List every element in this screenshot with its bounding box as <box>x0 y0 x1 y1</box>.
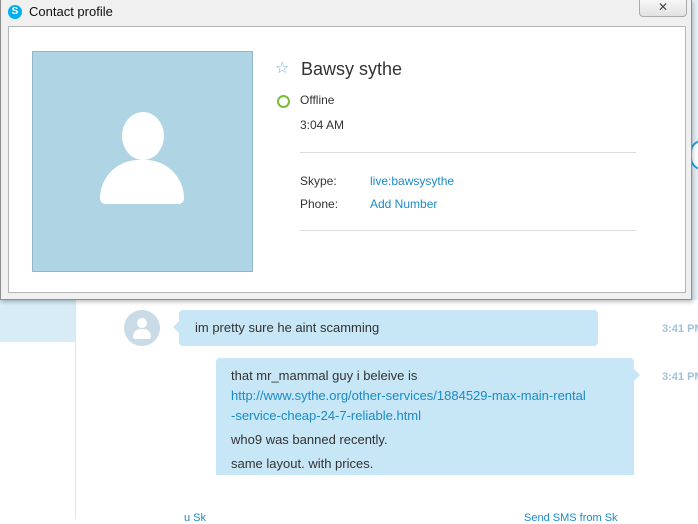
message-timestamp: 3:41 PM <box>662 371 698 383</box>
contact-name: Bawsy sythe <box>301 59 403 79</box>
message-timestamp: 3:41 PM <box>662 323 698 335</box>
message-line: who9 was banned recently. <box>231 432 388 447</box>
avatar-body <box>133 329 151 339</box>
message-text: im pretty sure he aint scamming <box>195 320 380 335</box>
sender-avatar[interactable] <box>124 310 160 346</box>
message-line: that mr_mammal guy i beleive is <box>231 368 418 383</box>
message-link-continued[interactable]: -service-cheap-24-7-reliable.html <box>231 408 421 423</box>
default-avatar-icon <box>32 51 253 272</box>
message-line: same layout. with prices. <box>231 456 374 471</box>
divider <box>300 152 636 153</box>
avatar-head <box>122 112 164 160</box>
phone-label: Phone: <box>300 197 339 211</box>
message-link[interactable]: http://www.sythe.org/other-services/1884… <box>231 388 586 403</box>
avatar-body <box>100 160 184 204</box>
divider <box>300 230 636 231</box>
close-icon: ✕ <box>657 0 669 14</box>
skype-label: Skype: <box>300 174 337 188</box>
sidebar-selected-item[interactable] <box>0 300 75 342</box>
bottom-link-left[interactable]: u Sk <box>184 512 206 524</box>
status-text: Offline <box>300 93 335 107</box>
title-bar[interactable]: S Contact profile ✕ <box>1 0 691 24</box>
close-button[interactable]: ✕ <box>639 0 687 17</box>
local-time: 3:04 AM <box>300 118 345 132</box>
skype-id-link[interactable]: live:bawsysythe <box>370 174 454 188</box>
avatar-head <box>137 318 147 328</box>
profile-panel: ☆ Bawsy sythe Offline 3:04 AM Skype: liv… <box>8 26 686 293</box>
outgoing-message-bubble[interactable]: that mr_mammal guy i beleive is http://w… <box>216 358 640 475</box>
offline-status-icon <box>277 95 290 108</box>
send-sms-link[interactable]: Send SMS from Sk <box>524 512 618 524</box>
contact-profile-window: S Contact profile ✕ ☆ Bawsy sythe Offlin… <box>0 0 692 300</box>
add-number-link[interactable]: Add Number <box>370 197 437 211</box>
window-title: Contact profile <box>29 4 113 19</box>
skype-logo-icon: S <box>8 5 22 19</box>
incoming-message-bubble[interactable]: im pretty sure he aint scamming <box>173 310 598 346</box>
favorite-star-icon[interactable]: ☆ <box>275 58 289 77</box>
